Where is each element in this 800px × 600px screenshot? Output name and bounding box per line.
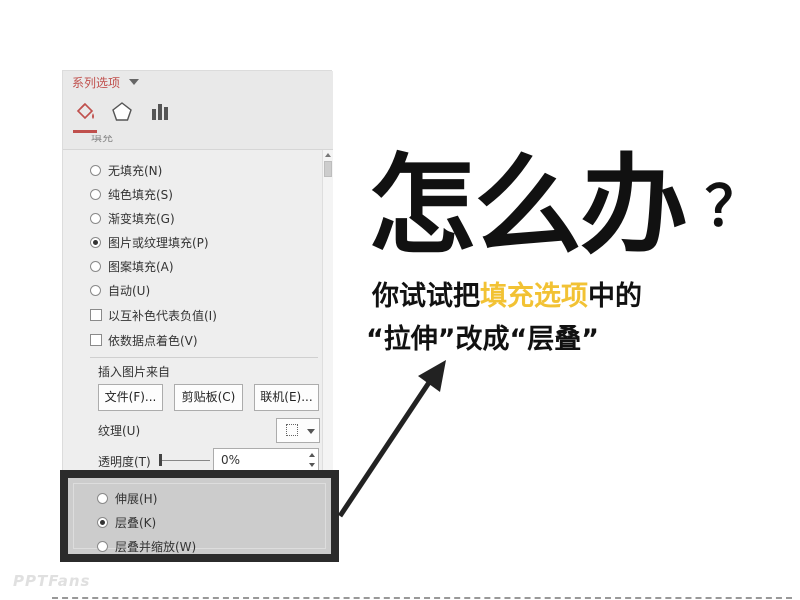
arrow-shaft bbox=[337, 376, 435, 518]
watermark-logo: PPTFans bbox=[13, 572, 91, 590]
arrow-head bbox=[418, 360, 446, 392]
pointer-arrow bbox=[337, 360, 446, 518]
dashed-divider bbox=[52, 597, 792, 599]
